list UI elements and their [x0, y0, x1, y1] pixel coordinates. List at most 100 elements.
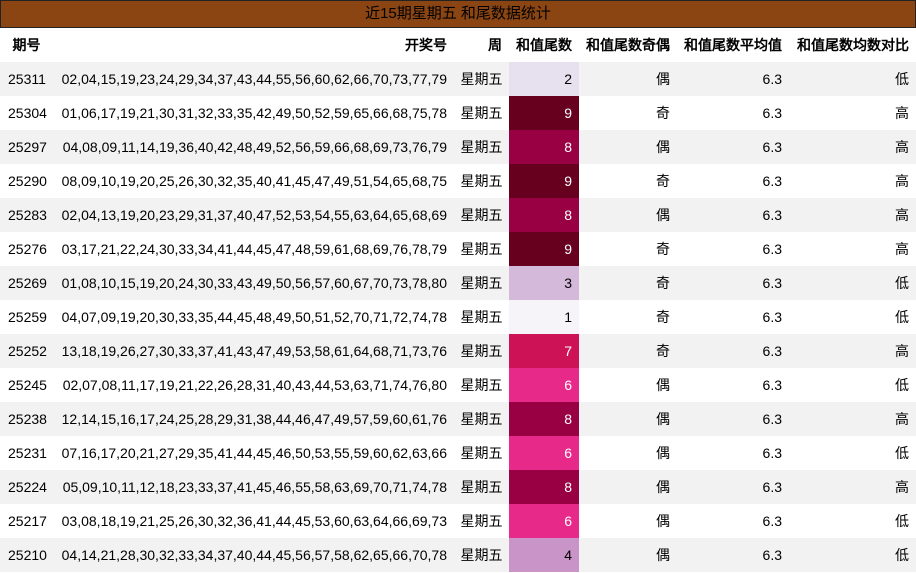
- cell-tail: 6: [509, 436, 579, 470]
- cell-cmp: 低: [789, 538, 916, 572]
- cell-numbers: 04,07,09,19,20,30,33,35,44,45,48,49,50,5…: [53, 300, 454, 334]
- table-row: 25217 03,08,18,19,21,25,26,30,32,36,41,44…: [0, 504, 916, 538]
- cell-tail: 2: [509, 62, 579, 96]
- cell-cmp: 低: [789, 504, 916, 538]
- cell-tail: 4: [509, 538, 579, 572]
- cell-parity: 偶: [579, 130, 677, 164]
- cell-tail: 7: [509, 334, 579, 368]
- cell-tail: 1: [509, 300, 579, 334]
- cell-parity: 偶: [579, 538, 677, 572]
- cell-avg: 6.3: [677, 62, 789, 96]
- col-header-id: 期号: [0, 28, 53, 62]
- cell-avg: 6.3: [677, 402, 789, 436]
- cell-avg: 6.3: [677, 232, 789, 266]
- cell-parity: 偶: [579, 470, 677, 504]
- cell-cmp: 低: [789, 368, 916, 402]
- table-row: 25252 13,18,19,26,27,30,33,37,41,43,47,49…: [0, 334, 916, 368]
- cell-parity: 偶: [579, 62, 677, 96]
- table-row: 25290 08,09,10,19,20,25,26,30,32,35,40,41…: [0, 164, 916, 198]
- cell-tail: 8: [509, 130, 579, 164]
- cell-numbers: 01,06,17,19,21,30,31,32,33,35,42,49,50,5…: [53, 96, 454, 130]
- cell-id: 25304: [0, 96, 53, 130]
- cell-week: 星期五: [454, 436, 509, 470]
- cell-cmp: 高: [789, 198, 916, 232]
- cell-tail: 6: [509, 368, 579, 402]
- cell-cmp: 低: [789, 266, 916, 300]
- cell-week: 星期五: [454, 198, 509, 232]
- table-title: 近15期星期五 和尾数据统计: [0, 0, 916, 28]
- cell-week: 星期五: [454, 368, 509, 402]
- cell-week: 星期五: [454, 402, 509, 436]
- cell-week: 星期五: [454, 334, 509, 368]
- cell-week: 星期五: [454, 538, 509, 572]
- cell-tail: 8: [509, 198, 579, 232]
- cell-avg: 6.3: [677, 368, 789, 402]
- cell-tail: 9: [509, 164, 579, 198]
- cell-week: 星期五: [454, 130, 509, 164]
- cell-avg: 6.3: [677, 266, 789, 300]
- cell-id: 25231: [0, 436, 53, 470]
- cell-week: 星期五: [454, 300, 509, 334]
- cell-id: 25283: [0, 198, 53, 232]
- cell-cmp: 高: [789, 130, 916, 164]
- cell-numbers: 13,18,19,26,27,30,33,37,41,43,47,49,53,5…: [53, 334, 454, 368]
- table-row: 25304 01,06,17,19,21,30,31,32,33,35,42,49…: [0, 96, 916, 130]
- col-header-numbers: 开奖号: [53, 28, 454, 62]
- table-row: 25238 12,14,15,16,17,24,25,28,29,31,38,44…: [0, 402, 916, 436]
- cell-cmp: 高: [789, 96, 916, 130]
- cell-parity: 奇: [579, 266, 677, 300]
- cell-cmp: 高: [789, 470, 916, 504]
- cell-tail: 8: [509, 402, 579, 436]
- table-row: 25297 04,08,09,11,14,19,36,40,42,48,49,52…: [0, 130, 916, 164]
- cell-numbers: 07,16,17,20,21,27,29,35,41,44,45,46,50,5…: [53, 436, 454, 470]
- col-header-tail: 和值尾数: [509, 28, 579, 62]
- table-body: 25311 02,04,15,19,23,24,29,34,37,43,44,55…: [0, 62, 916, 572]
- cell-week: 星期五: [454, 504, 509, 538]
- table-row: 25259 04,07,09,19,20,30,33,35,44,45,48,49…: [0, 300, 916, 334]
- cell-numbers: 04,14,21,28,30,32,33,34,37,40,44,45,56,5…: [53, 538, 454, 572]
- cell-parity: 偶: [579, 436, 677, 470]
- header-row: 期号 开奖号 周 和值尾数 和值尾数奇偶 和值尾数平均值 和值尾数均数对比: [0, 28, 916, 62]
- cell-tail: 9: [509, 96, 579, 130]
- cell-week: 星期五: [454, 232, 509, 266]
- cell-id: 25290: [0, 164, 53, 198]
- cell-id: 25311: [0, 62, 53, 96]
- cell-avg: 6.3: [677, 470, 789, 504]
- cell-avg: 6.3: [677, 334, 789, 368]
- cell-numbers: 08,09,10,19,20,25,26,30,32,35,40,41,45,4…: [53, 164, 454, 198]
- cell-parity: 奇: [579, 300, 677, 334]
- cell-parity: 偶: [579, 402, 677, 436]
- cell-cmp: 高: [789, 334, 916, 368]
- cell-id: 25210: [0, 538, 53, 572]
- table-row: 25245 02,07,08,11,17,19,21,22,26,28,31,40…: [0, 368, 916, 402]
- cell-cmp: 低: [789, 436, 916, 470]
- table-row: 25283 02,04,13,19,20,23,29,31,37,40,47,52…: [0, 198, 916, 232]
- cell-id: 25224: [0, 470, 53, 504]
- cell-parity: 偶: [579, 198, 677, 232]
- table-row: 25224 05,09,10,11,12,18,23,33,37,41,45,46…: [0, 470, 916, 504]
- cell-cmp: 低: [789, 300, 916, 334]
- table-row: 25276 03,17,21,22,24,30,33,34,41,44,45,47…: [0, 232, 916, 266]
- cell-avg: 6.3: [677, 96, 789, 130]
- cell-numbers: 01,08,10,15,19,20,24,30,33,43,49,50,56,5…: [53, 266, 454, 300]
- cell-numbers: 12,14,15,16,17,24,25,28,29,31,38,44,46,4…: [53, 402, 454, 436]
- cell-id: 25252: [0, 334, 53, 368]
- cell-numbers: 03,17,21,22,24,30,33,34,41,44,45,47,48,5…: [53, 232, 454, 266]
- cell-parity: 偶: [579, 368, 677, 402]
- cell-avg: 6.3: [677, 504, 789, 538]
- cell-parity: 奇: [579, 334, 677, 368]
- stats-table: 期号 开奖号 周 和值尾数 和值尾数奇偶 和值尾数平均值 和值尾数均数对比 25…: [0, 28, 916, 572]
- cell-week: 星期五: [454, 96, 509, 130]
- cell-week: 星期五: [454, 62, 509, 96]
- table-row: 25311 02,04,15,19,23,24,29,34,37,43,44,55…: [0, 62, 916, 96]
- cell-avg: 6.3: [677, 538, 789, 572]
- cell-tail: 6: [509, 504, 579, 538]
- cell-avg: 6.3: [677, 436, 789, 470]
- cell-id: 25276: [0, 232, 53, 266]
- table-row: 25231 07,16,17,20,21,27,29,35,41,44,45,46…: [0, 436, 916, 470]
- table-row: 25210 04,14,21,28,30,32,33,34,37,40,44,45…: [0, 538, 916, 572]
- cell-id: 25259: [0, 300, 53, 334]
- col-header-week: 周: [454, 28, 509, 62]
- cell-tail: 9: [509, 232, 579, 266]
- cell-cmp: 高: [789, 164, 916, 198]
